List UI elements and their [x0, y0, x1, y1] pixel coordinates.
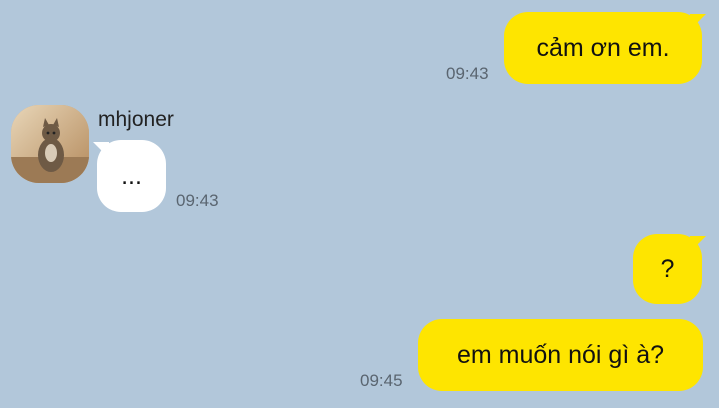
message-time: 09:43 [176, 191, 219, 210]
message-text: ? [660, 254, 675, 283]
message-text: cảm ơn em. [536, 33, 670, 62]
message-bubble-sent[interactable]: cảm ơn em. [504, 12, 702, 84]
chat-area: cảm ơn em. 09:43 mhjoner ... 09:43 ? em … [0, 0, 719, 408]
message-text: em muốn nói gì à? [456, 340, 665, 369]
message-time: 09:45 [360, 371, 403, 390]
avatar[interactable] [11, 105, 89, 183]
message-bubble-sent[interactable]: em muốn nói gì à? [418, 319, 703, 391]
message-time: 09:43 [446, 64, 489, 83]
sender-name: mhjoner [98, 108, 174, 131]
message-text: ... [121, 161, 142, 190]
message-bubble-received[interactable]: ... [97, 140, 166, 212]
message-bubble-sent[interactable]: ? [633, 234, 702, 304]
cat-photo-icon [11, 105, 89, 183]
